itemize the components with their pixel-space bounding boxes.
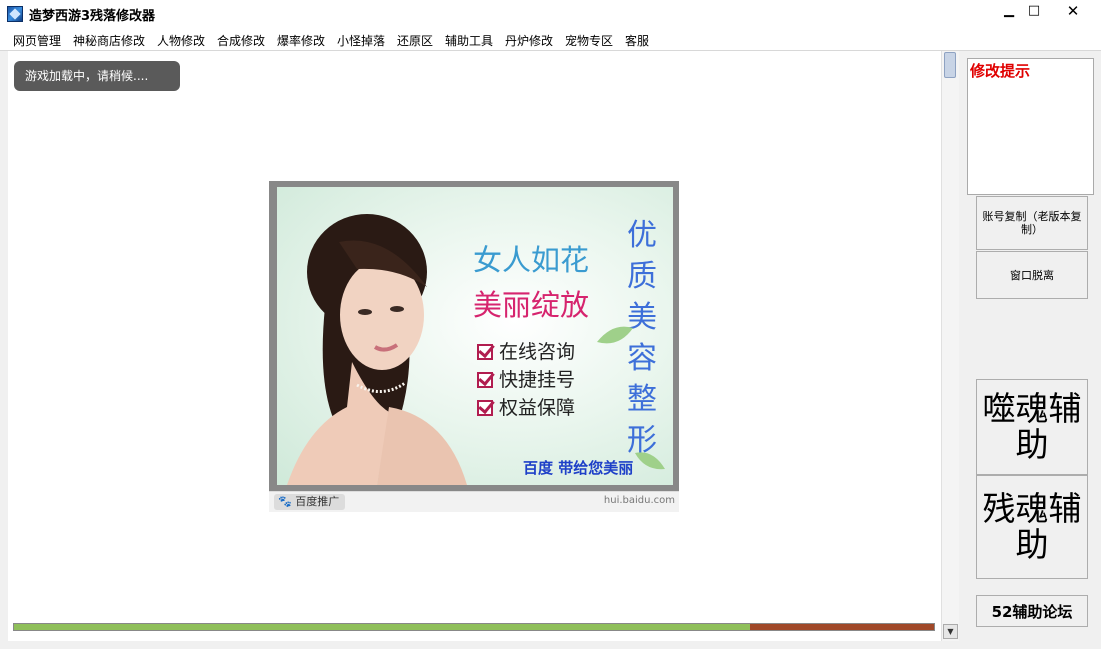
tips-title: 修改提示 [970, 62, 1031, 80]
ad-image: 女人如花 美丽绽放 在线咨询 快捷挂号 权益保障 优 质 美 容 整 形 百度 … [277, 187, 673, 485]
menu-item-synthesis[interactable]: 合成修改 [217, 32, 265, 49]
ad-check-label: 快捷挂号 [499, 369, 576, 391]
detach-window-button[interactable]: 窗口脱离 [976, 251, 1088, 299]
menu-item-drop-rate[interactable]: 爆率修改 [277, 32, 325, 49]
soul-helper-button[interactable]: 噬魂辅助 [976, 379, 1088, 475]
checkmark-icon [477, 400, 493, 416]
ad-check-register: 快捷挂号 [477, 365, 575, 392]
menu-item-monster-drop[interactable]: 小怪掉落 [337, 32, 385, 49]
forum-button[interactable]: 52辅助论坛 [976, 595, 1088, 627]
ad-headline-1: 女人如花 [473, 243, 590, 277]
ad-vertical-char: 整 [627, 382, 657, 417]
ad-vertical-char: 优 [627, 218, 657, 253]
title-bar: 造梦西游3残落修改器 ▁ □ ✕ [0, 0, 1101, 28]
ad-check-label: 在线咨询 [499, 341, 576, 363]
ad-url[interactable]: hui.baidu.com [604, 495, 675, 506]
ad-banner[interactable]: 女人如花 美丽绽放 在线咨询 快捷挂号 权益保障 优 质 美 容 整 形 百度 … [269, 181, 679, 512]
loading-progress-bar [13, 623, 935, 631]
scrollbar-thumb[interactable] [944, 52, 956, 78]
vertical-scrollbar[interactable]: ▼ [941, 51, 959, 641]
menu-item-tools[interactable]: 辅助工具 [445, 32, 493, 49]
ad-check-consult: 在线咨询 [477, 337, 575, 364]
scroll-down-arrow-icon[interactable]: ▼ [943, 624, 958, 639]
close-button[interactable]: ✕ [1050, 0, 1096, 24]
leaf-icon [597, 326, 633, 344]
menu-item-restore[interactable]: 还原区 [397, 32, 433, 49]
tips-panel: 修改提示 [967, 58, 1094, 195]
baidu-promo-tag[interactable]: 🐾 百度推广 [274, 494, 346, 510]
menu-item-character[interactable]: 人物修改 [157, 32, 205, 49]
menu-item-web-manage[interactable]: 网页管理 [13, 32, 61, 49]
menu-item-mystery-shop[interactable]: 神秘商店修改 [73, 32, 145, 49]
checkmark-icon [477, 372, 493, 388]
ad-vertical-char: 质 [627, 259, 657, 294]
browser-area[interactable]: 游戏加载中，请稍候.... 女人如花 美丽绽放 在线咨询 快捷挂号 权益保障 优… [8, 51, 941, 641]
maximize-button[interactable]: □ [1019, 0, 1049, 24]
menu-item-pets[interactable]: 宠物专区 [565, 32, 613, 49]
app-icon [7, 6, 23, 22]
model-portrait [287, 214, 467, 485]
remnant-soul-helper-button[interactable]: 残魂辅助 [976, 475, 1088, 579]
window-title: 造梦西游3残落修改器 [29, 9, 156, 24]
ad-headline-2: 美丽绽放 [473, 288, 590, 322]
loading-message: 游戏加载中，请稍候.... [14, 61, 180, 91]
ad-check-rights: 权益保障 [477, 393, 575, 420]
ad-slogan: 百度 带给您美丽 [523, 459, 634, 477]
baidu-promo-label: 百度推广 [295, 495, 340, 508]
leaf-icon [635, 452, 665, 470]
ad-check-label: 权益保障 [499, 397, 576, 419]
checkmark-icon [477, 344, 493, 360]
menu-bar: 网页管理 神秘商店修改 人物修改 合成修改 爆率修改 小怪掉落 还原区 辅助工具… [0, 28, 1101, 51]
copy-account-button[interactable]: 账号复制（老版本复制） [976, 196, 1088, 250]
ad-footer: 🐾 百度推广 hui.baidu.com [269, 491, 679, 512]
progress-fill [14, 624, 750, 630]
ad-frame: 女人如花 美丽绽放 在线咨询 快捷挂号 权益保障 优 质 美 容 整 形 百度 … [269, 181, 679, 491]
menu-item-support[interactable]: 客服 [625, 32, 649, 49]
menu-item-furnace[interactable]: 丹炉修改 [505, 32, 553, 49]
paw-icon: 🐾 [278, 495, 292, 508]
